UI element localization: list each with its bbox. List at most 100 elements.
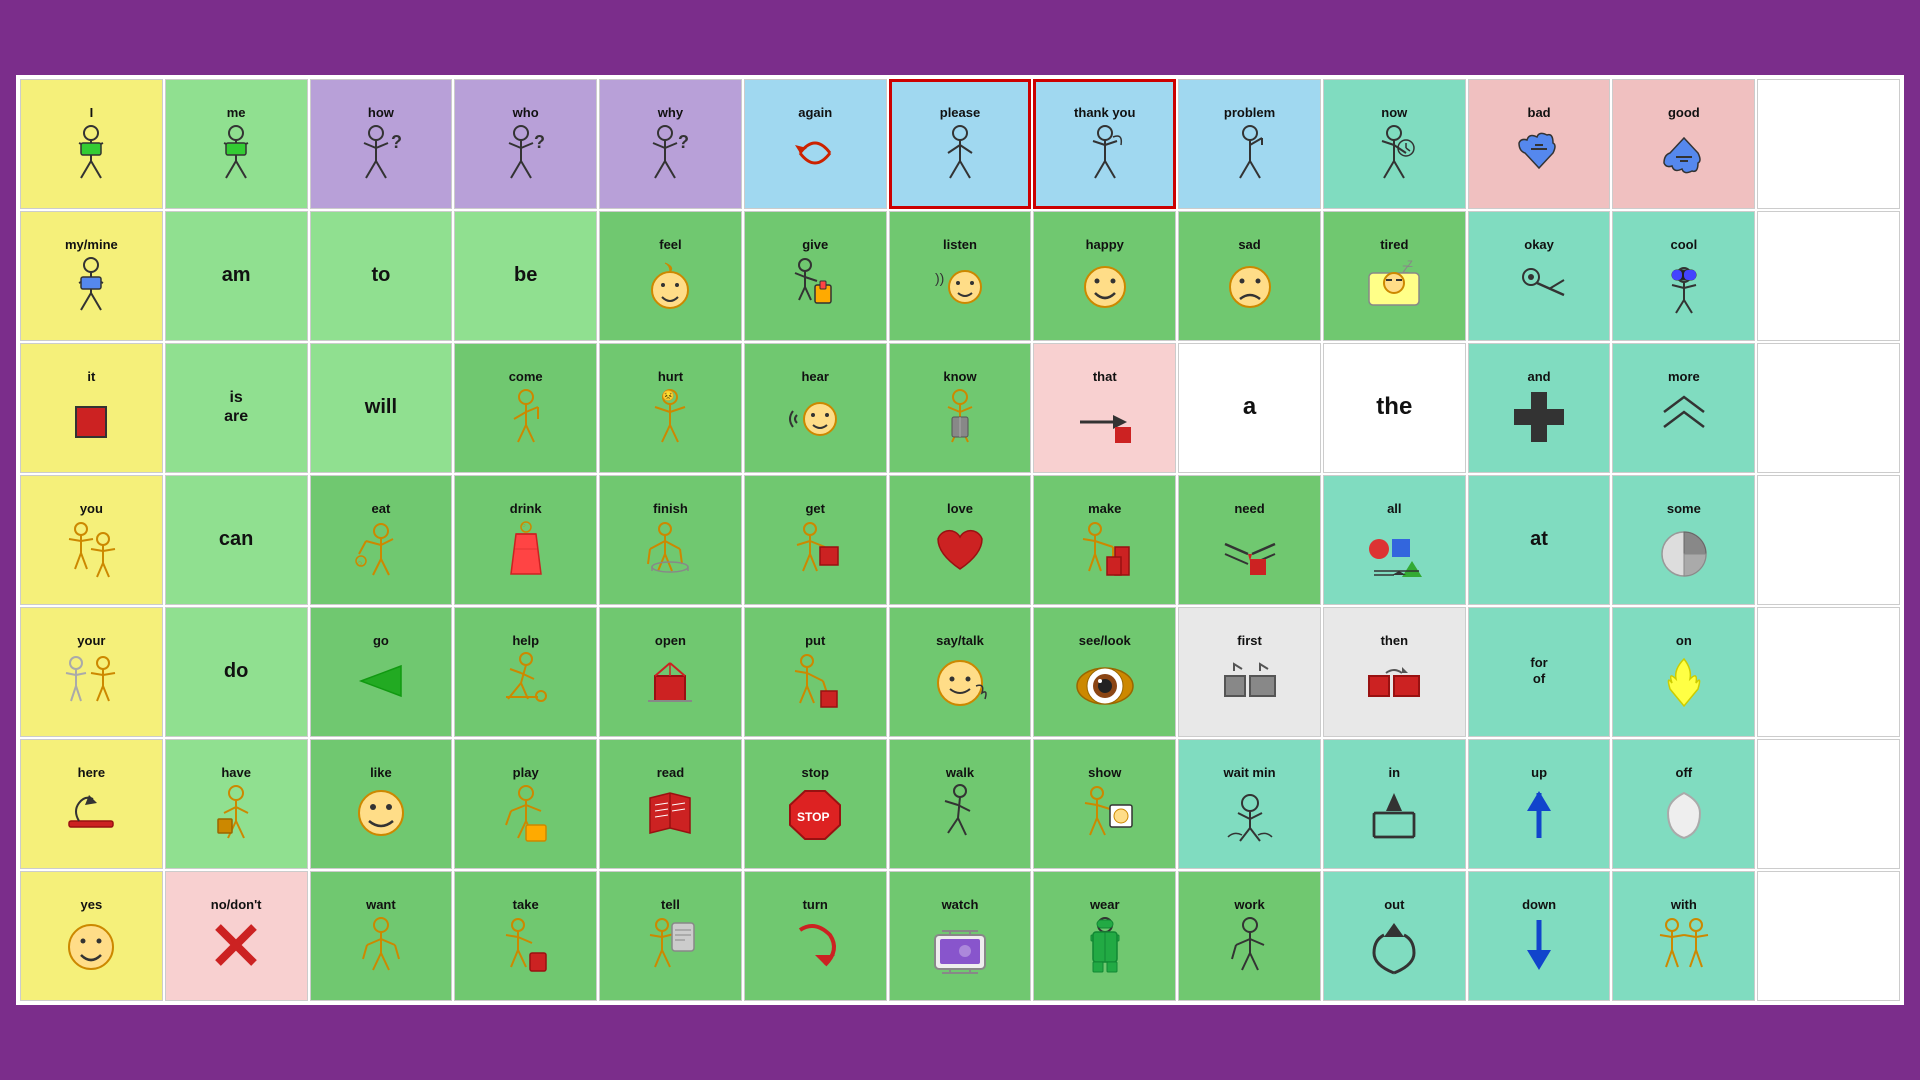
cell-read[interactable]: read — [599, 739, 742, 869]
cell-eat[interactable]: eat ○ — [310, 475, 453, 605]
cell-be[interactable]: be — [454, 211, 597, 341]
svg-text:STOP: STOP — [797, 810, 829, 824]
cell-why[interactable]: why ? — [599, 79, 742, 209]
cell-hurt[interactable]: hurt 😣 — [599, 343, 742, 473]
cell-empty-2-12 — [1757, 343, 1900, 473]
cell-with[interactable]: with — [1612, 871, 1755, 1001]
cell-who[interactable]: who ? — [454, 79, 597, 209]
cell-off[interactable]: off — [1612, 739, 1755, 869]
cell-like[interactable]: like — [310, 739, 453, 869]
cell-the[interactable]: the — [1323, 343, 1466, 473]
svg-text:?: ? — [678, 132, 689, 152]
cell-here[interactable]: here — [20, 739, 163, 869]
cell-sad[interactable]: sad — [1178, 211, 1321, 341]
cell-is-are[interactable]: is are — [165, 343, 308, 473]
cell-wait-min[interactable]: wait min — [1178, 739, 1321, 869]
cell-play[interactable]: play — [454, 739, 597, 869]
svg-text:○: ○ — [522, 523, 526, 529]
cell-open[interactable]: open — [599, 607, 742, 737]
svg-text:z: z — [1407, 256, 1413, 270]
cell-empty-6-12 — [1757, 871, 1900, 1001]
cell-your[interactable]: your — [20, 607, 163, 737]
cell-come[interactable]: come — [454, 343, 597, 473]
cell-help[interactable]: help — [454, 607, 597, 737]
cell-again[interactable]: again — [744, 79, 887, 209]
cell-on[interactable]: on — [1612, 607, 1755, 737]
cell-in[interactable]: in — [1323, 739, 1466, 869]
cell-my-mine[interactable]: my/mine — [20, 211, 163, 341]
cell-cool[interactable]: cool — [1612, 211, 1755, 341]
svg-text:?: ? — [534, 132, 545, 152]
cell-will[interactable]: will — [310, 343, 453, 473]
cell-how[interactable]: how ? — [310, 79, 453, 209]
cell-walk[interactable]: walk — [889, 739, 1032, 869]
cell-out[interactable]: out — [1323, 871, 1466, 1001]
cell-problem[interactable]: problem — [1178, 79, 1321, 209]
cell-do[interactable]: do — [165, 607, 308, 737]
cell-for-of[interactable]: for of — [1468, 607, 1611, 737]
cell-empty-5-12 — [1757, 739, 1900, 869]
cell-go[interactable]: go — [310, 607, 453, 737]
cell-get[interactable]: get — [744, 475, 887, 605]
cell-I[interactable]: I — [20, 79, 163, 209]
cell-take[interactable]: take — [454, 871, 597, 1001]
svg-text:?: ? — [391, 132, 402, 152]
svg-text:😣: 😣 — [662, 390, 674, 402]
cell-to[interactable]: to — [310, 211, 453, 341]
aac-board: I me h — [10, 69, 1910, 1011]
cell-listen[interactable]: listen )) — [889, 211, 1032, 341]
cell-at[interactable]: at — [1468, 475, 1611, 605]
cell-tired[interactable]: tired z z — [1323, 211, 1466, 341]
cell-it[interactable]: it — [20, 343, 163, 473]
cell-put[interactable]: put — [744, 607, 887, 737]
cell-then[interactable]: then — [1323, 607, 1466, 737]
cell-bad[interactable]: bad — [1468, 79, 1611, 209]
cell-up[interactable]: up — [1468, 739, 1611, 869]
cell-make[interactable]: make — [1033, 475, 1176, 605]
cell-feel[interactable]: feel — [599, 211, 742, 341]
cell-now[interactable]: now — [1323, 79, 1466, 209]
cell-turn[interactable]: turn — [744, 871, 887, 1001]
cell-wear[interactable]: wear — [1033, 871, 1176, 1001]
cell-me[interactable]: me — [165, 79, 308, 209]
cell-a[interactable]: a — [1178, 343, 1321, 473]
cell-you[interactable]: you — [20, 475, 163, 605]
cell-say-talk[interactable]: say/talk — [889, 607, 1032, 737]
cell-watch[interactable]: watch — [889, 871, 1032, 1001]
cell-need[interactable]: need — [1178, 475, 1321, 605]
cell-empty-1-12 — [1757, 211, 1900, 341]
cell-empty-3-12 — [1757, 475, 1900, 605]
cell-know[interactable]: know — [889, 343, 1032, 473]
cell-show[interactable]: show — [1033, 739, 1176, 869]
cell-see-look[interactable]: see/look — [1033, 607, 1176, 737]
cell-good[interactable]: good — [1612, 79, 1755, 209]
cell-that[interactable]: that — [1033, 343, 1176, 473]
cell-love[interactable]: love — [889, 475, 1032, 605]
cell-am[interactable]: am — [165, 211, 308, 341]
cell-finish[interactable]: finish — [599, 475, 742, 605]
cell-down[interactable]: down — [1468, 871, 1611, 1001]
cell-happy[interactable]: happy — [1033, 211, 1176, 341]
cell-can[interactable]: can — [165, 475, 308, 605]
cell-want[interactable]: want — [310, 871, 453, 1001]
cell-please[interactable]: please — [889, 79, 1032, 209]
cell-work[interactable]: work — [1178, 871, 1321, 1001]
cell-empty-0-12 — [1757, 79, 1900, 209]
cell-okay[interactable]: okay — [1468, 211, 1611, 341]
cell-stop[interactable]: stop STOP — [744, 739, 887, 869]
cell-more[interactable]: more — [1612, 343, 1755, 473]
cell-give[interactable]: give — [744, 211, 887, 341]
cell-some[interactable]: some — [1612, 475, 1755, 605]
cell-drink[interactable]: drink ○ — [454, 475, 597, 605]
cell-and[interactable]: and — [1468, 343, 1611, 473]
cell-empty-4-12 — [1757, 607, 1900, 737]
cell-first[interactable]: first — [1178, 607, 1321, 737]
cell-all[interactable]: all — [1323, 475, 1466, 605]
cell-hear[interactable]: hear — [744, 343, 887, 473]
cell-tell[interactable]: tell — [599, 871, 742, 1001]
cell-thank-you[interactable]: thank you — [1033, 79, 1176, 209]
cell-have[interactable]: have — [165, 739, 308, 869]
svg-text:)): )) — [935, 270, 944, 286]
cell-no-dont[interactable]: no/don't — [165, 871, 308, 1001]
cell-yes[interactable]: yes — [20, 871, 163, 1001]
